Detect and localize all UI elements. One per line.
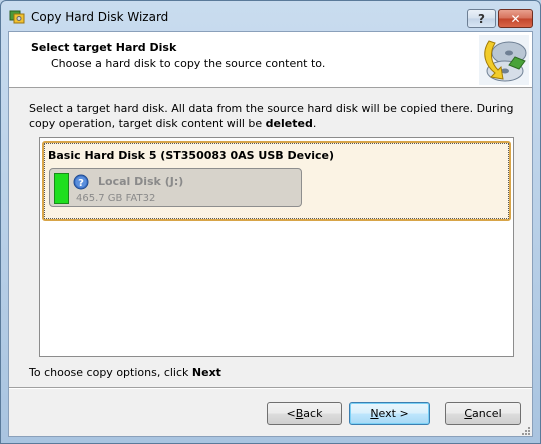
next-button[interactable]: Next >: [349, 402, 430, 425]
footer-separator: [9, 387, 532, 389]
partition-info: 465.7 GB FAT32: [76, 193, 156, 204]
partition-name: Local Disk (J:): [98, 175, 184, 188]
wizard-app-icon: [9, 10, 25, 24]
disk-row-focus: Basic Hard Disk 5 (ST350083 0AS USB Devi…: [44, 143, 509, 219]
deleted-emphasis: deleted: [265, 117, 313, 130]
page-subtitle: Choose a hard disk to copy the source co…: [51, 57, 326, 70]
wizard-header: Select target Hard Disk Choose a hard di…: [9, 32, 532, 88]
close-button[interactable]: ✕: [498, 9, 533, 28]
back-button[interactable]: < Back: [267, 402, 342, 425]
hint-next: Next: [191, 366, 221, 379]
disk-row-selected[interactable]: Basic Hard Disk 5 (ST350083 0AS USB Devi…: [42, 141, 511, 221]
partition-usage-bar: [54, 173, 69, 204]
help-icon: ?: [478, 11, 485, 26]
partition-item[interactable]: ? Local Disk (J:) 465.7 GB FAT32: [49, 168, 302, 207]
help-button[interactable]: ?: [467, 9, 496, 28]
wizard-window: Copy Hard Disk Wizard ? ✕ Select target …: [0, 0, 541, 444]
svg-text:?: ?: [78, 178, 84, 189]
title-bar[interactable]: Copy Hard Disk Wizard ? ✕: [1, 1, 540, 31]
disk-list-panel[interactable]: Basic Hard Disk 5 (ST350083 0AS USB Devi…: [39, 137, 514, 357]
close-icon: ✕: [510, 11, 521, 26]
resize-grip-icon[interactable]: [521, 426, 531, 436]
window-title: Copy Hard Disk Wizard: [31, 10, 169, 24]
wizard-client-area: Select target Hard Disk Choose a hard di…: [8, 31, 533, 437]
cancel-button[interactable]: Cancel: [445, 402, 521, 425]
disk-title: Basic Hard Disk 5 (ST350083 0AS USB Devi…: [48, 149, 335, 162]
instruction-text: Select a target hard disk. All data from…: [29, 102, 514, 130]
question-icon: ?: [73, 174, 89, 190]
wizard-logo-icon: [479, 35, 529, 85]
page-title: Select target Hard Disk: [31, 41, 177, 54]
hint-text: To choose copy options, click Next: [29, 366, 221, 379]
